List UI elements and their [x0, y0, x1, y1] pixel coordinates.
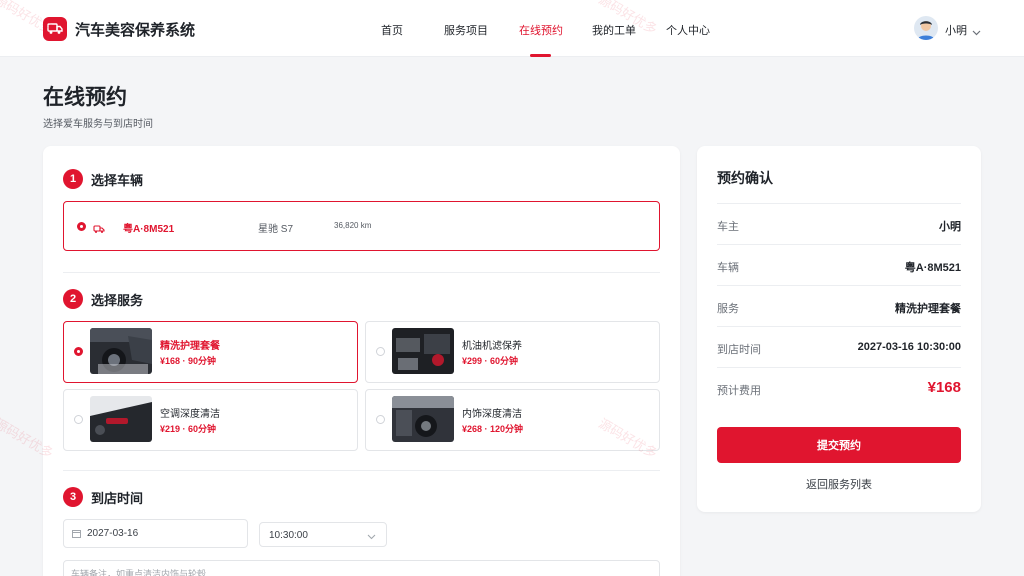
service-name: 精洗护理套餐 — [160, 341, 220, 352]
nav-item-home[interactable]: 首页 — [381, 22, 403, 38]
summary-label: 到店时间 — [717, 344, 761, 356]
page-subtitle: 选择爱车服务与到店时间 — [43, 119, 153, 130]
nav-item-services[interactable]: 服务项目 — [444, 22, 488, 38]
service-price: ¥168 · 90分钟 — [160, 356, 217, 366]
step-number: 3 — [63, 487, 83, 507]
service-price: ¥268 · 120分钟 — [462, 424, 524, 434]
service-card-oil-change[interactable]: 机油机滤保养 ¥299 · 60分钟 — [365, 321, 660, 383]
service-name: 机油机滤保养 — [462, 341, 522, 352]
vehicle-mileage: 36,820 km — [334, 221, 372, 230]
summary-value: 小明 — [939, 221, 961, 233]
service-price: ¥299 · 60分钟 — [462, 356, 519, 366]
divider — [63, 470, 660, 471]
nav-item-booking[interactable]: 在线预约 — [519, 22, 563, 38]
chevron-down-icon — [367, 532, 376, 543]
vehicle-note-input[interactable]: 车辆备注，如重点清洁内饰与轮毂 — [63, 560, 660, 576]
divider — [63, 272, 660, 273]
submit-booking-button[interactable]: 提交预约 — [717, 427, 961, 463]
vehicle-radio[interactable] — [77, 222, 86, 231]
booking-form-card: 1 选择车辆 粤A·8M521 星驰 S7 36,820 km 2 选择服务 精… — [43, 146, 680, 576]
service-thumbnail — [392, 328, 454, 374]
service-name: 空调深度清洁 — [160, 409, 220, 420]
back-to-services-link[interactable]: 返回服务列表 — [717, 476, 961, 492]
nav-item-profile[interactable]: 个人中心 — [666, 22, 710, 38]
date-value: 2027-03-16 — [87, 528, 139, 539]
summary-label: 预计费用 — [717, 385, 761, 397]
service-radio[interactable] — [74, 347, 83, 356]
service-radio[interactable] — [376, 347, 385, 356]
chevron-down-icon[interactable] — [972, 23, 981, 41]
summary-row-service: 服务 精洗护理套餐 — [717, 285, 961, 326]
step-select-vehicle: 1 选择车辆 — [63, 169, 143, 189]
service-radio[interactable] — [74, 415, 83, 424]
summary-value: 精洗护理套餐 — [895, 303, 961, 315]
service-card-ac-cleaning[interactable]: 空调深度清洁 ¥219 · 60分钟 — [63, 389, 358, 451]
step-number: 1 — [63, 169, 83, 189]
step-title: 选择车辆 — [91, 172, 144, 188]
summary-label: 车辆 — [717, 262, 739, 274]
vehicle-option[interactable]: 粤A·8M521 星驰 S7 36,820 km — [63, 201, 660, 251]
avatar[interactable] — [914, 16, 938, 40]
booking-summary-card: 预约确认 车主 小明 车辆 粤A·8M521 服务 精洗护理套餐 到店时间 20… — [697, 146, 981, 512]
service-thumbnail — [90, 396, 152, 442]
page-title: 在线预约 — [43, 86, 127, 109]
time-value: 10:30:00 — [269, 530, 308, 541]
step-select-service: 2 选择服务 — [63, 289, 143, 309]
summary-row-time: 到店时间 2027-03-16 10:30:00 — [717, 326, 961, 367]
time-select[interactable]: 10:30:00 — [259, 522, 387, 547]
step-title: 到店时间 — [91, 490, 144, 506]
app-title[interactable]: 汽车美容保养系统 — [75, 19, 195, 40]
service-thumbnail — [90, 328, 152, 374]
calendar-icon — [72, 529, 81, 541]
step-title: 选择服务 — [91, 292, 144, 308]
car-icon — [93, 221, 105, 239]
vehicle-model: 星驰 S7 — [258, 224, 294, 235]
summary-row-owner: 车主 小明 — [717, 203, 961, 244]
service-card-detail-wash[interactable]: 精洗护理套餐 ¥168 · 90分钟 — [63, 321, 358, 383]
service-price: ¥219 · 60分钟 — [160, 424, 217, 434]
service-name: 内饰深度清洁 — [462, 409, 522, 420]
step-arrival-time: 3 到店时间 — [63, 487, 143, 507]
vehicle-plate: 粤A·8M521 — [123, 224, 175, 235]
summary-row-vehicle: 车辆 粤A·8M521 — [717, 244, 961, 285]
service-thumbnail — [392, 396, 454, 442]
summary-value: 粤A·8M521 — [904, 262, 961, 274]
summary-value: 2027-03-16 10:30:00 — [857, 341, 961, 353]
service-radio[interactable] — [376, 415, 385, 424]
nav-active-indicator — [530, 54, 551, 57]
step-number: 2 — [63, 289, 83, 309]
top-navbar: 汽车美容保养系统 首页 服务项目 在线预约 我的工单 个人中心 小明 — [0, 0, 1024, 57]
summary-row-cost: 预计费用 ¥168 — [717, 367, 961, 408]
summary-cost-value: ¥168 — [927, 379, 961, 396]
summary-title: 预约确认 — [717, 170, 773, 186]
user-name[interactable]: 小明 — [945, 22, 967, 38]
summary-label: 服务 — [717, 303, 739, 315]
date-picker[interactable]: 2027-03-16 — [63, 519, 248, 548]
summary-label: 车主 — [717, 221, 739, 233]
